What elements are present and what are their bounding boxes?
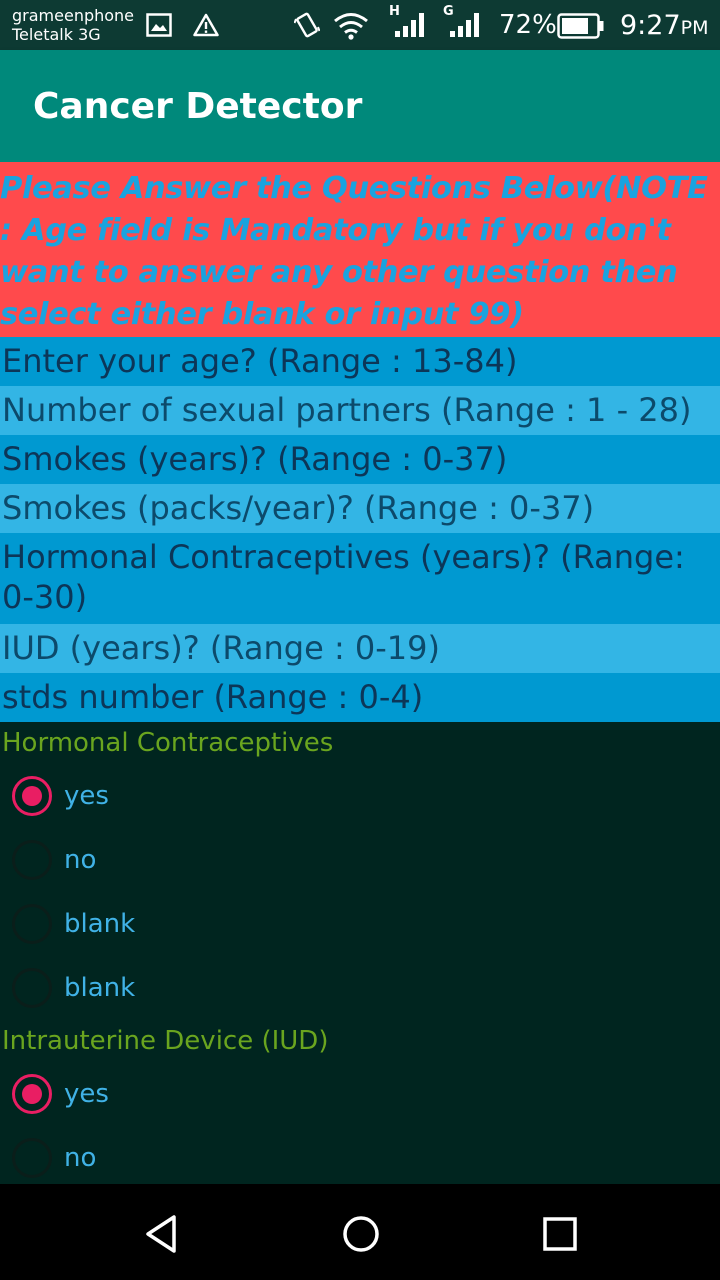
instructions-notice: Please Answer the Questions Below(NOTE :… — [0, 162, 720, 337]
sexual-partners-input-hint: Number of sexual partners (Range : 1 - 2… — [2, 391, 692, 429]
back-icon[interactable] — [140, 1212, 184, 1256]
navigation-bar — [0, 1184, 720, 1280]
hormonal-contraceptives-label: Hormonal Contraceptives — [2, 728, 334, 758]
app-title: Cancer Detector — [33, 86, 363, 127]
status-bar: grameenphone Teletalk 3G H G 72% 9:27PM — [0, 0, 720, 50]
smokes-years-input-hint: Smokes (years)? (Range : 0-37) — [2, 440, 508, 478]
hormonal-contraceptives-years-input[interactable]: Hormonal Contraceptives (years)? (Range:… — [0, 533, 720, 624]
stds-number-input[interactable]: stds number (Range : 0-4) — [0, 673, 720, 722]
sexual-partners-input[interactable]: Number of sexual partners (Range : 1 - 2… — [0, 386, 720, 435]
hormonal-contraceptives-option-no[interactable]: no — [0, 828, 720, 892]
radio-label: no — [64, 845, 97, 875]
wifi-icon — [334, 13, 368, 40]
iud-option-no[interactable]: no — [0, 1126, 720, 1184]
radio-checked-icon[interactable] — [12, 776, 52, 816]
hormonal-contraceptives-option-yes[interactable]: yes — [0, 764, 720, 828]
vibrate-icon — [294, 12, 320, 38]
radio-label: blank — [64, 909, 136, 939]
image-icon — [146, 13, 172, 37]
radio-unchecked-icon[interactable] — [12, 968, 52, 1008]
smokes-years-input[interactable]: Smokes (years)? (Range : 0-37) — [0, 435, 720, 484]
battery-icon — [557, 13, 604, 39]
iud-option-yes[interactable]: yes — [0, 1062, 720, 1126]
hormonal-contraceptives-option-blank-1[interactable]: blank — [0, 892, 720, 956]
stds-number-input-hint: stds number (Range : 0-4) — [2, 678, 424, 716]
smokes-packs-input[interactable]: Smokes (packs/year)? (Range : 0-37) — [0, 484, 720, 533]
carrier-name-1: grameenphone — [12, 6, 135, 25]
smokes-packs-input-hint: Smokes (packs/year)? (Range : 0-37) — [2, 489, 595, 527]
signal-icon — [450, 13, 479, 37]
radio-label: yes — [64, 781, 109, 811]
age-input-hint: Enter your age? (Range : 13-84) — [2, 342, 518, 380]
age-input[interactable]: Enter your age? (Range : 13-84) — [0, 337, 720, 386]
radio-label: yes — [64, 1079, 109, 1109]
form-scroll-area[interactable]: Please Answer the Questions Below(NOTE :… — [0, 162, 720, 1184]
iud-years-input-hint: IUD (years)? (Range : 0-19) — [2, 629, 440, 667]
radio-unchecked-icon[interactable] — [12, 904, 52, 944]
home-icon[interactable] — [339, 1212, 383, 1256]
battery-percent: 72% — [499, 10, 557, 40]
carrier-info: grameenphone Teletalk 3G — [12, 6, 134, 44]
radio-unchecked-icon[interactable] — [12, 1138, 52, 1178]
clock: 9:27PM — [620, 10, 709, 41]
warning-icon — [193, 13, 219, 37]
radio-unchecked-icon[interactable] — [12, 840, 52, 880]
radio-label: no — [64, 1143, 97, 1173]
app-bar: Cancer Detector — [0, 50, 720, 162]
radio-label: blank — [64, 973, 136, 1003]
iud-label: Intrauterine Device (IUD) — [2, 1026, 329, 1056]
iud-years-input[interactable]: IUD (years)? (Range : 0-19) — [0, 624, 720, 673]
signal-icon — [395, 13, 424, 37]
radio-checked-icon[interactable] — [12, 1074, 52, 1114]
hormonal-contraceptives-option-blank-2[interactable]: blank — [0, 956, 720, 1020]
carrier-name-2: Teletalk 3G — [12, 25, 101, 44]
recents-icon[interactable] — [538, 1212, 582, 1256]
hormonal-contraceptives-years-input-hint: Hormonal Contraceptives (years)? (Range:… — [2, 538, 685, 616]
